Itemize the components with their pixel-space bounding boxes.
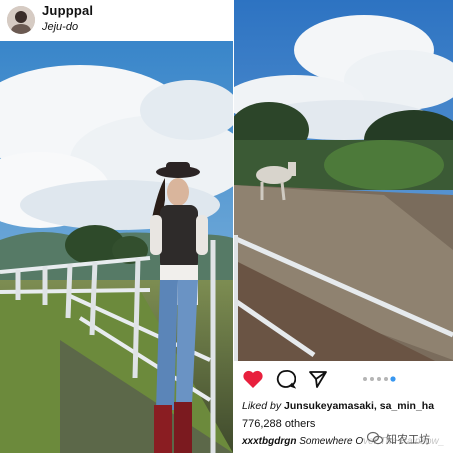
carousel-dot: [384, 377, 388, 381]
left-photo-panel: Jupppal Jeju-do: [0, 0, 233, 453]
post-location[interactable]: Jeju-do: [42, 21, 78, 33]
likes-users[interactable]: Junsukeyamasaki, sa_min_ha: [284, 400, 434, 412]
share-icon[interactable]: [308, 369, 328, 389]
carousel-dot: [390, 376, 396, 382]
caption-user[interactable]: xxxtbgdrgn: [242, 436, 296, 447]
likes-line: Liked by Junsukeyamasaki, sa_min_ha: [242, 400, 434, 412]
wechat-icon: [367, 431, 383, 445]
heart-filled-icon[interactable]: [242, 369, 264, 389]
post-action-bar: Liked by Junsukeyamasaki, sa_min_ha 776,…: [234, 361, 453, 453]
avatar[interactable]: [7, 6, 35, 34]
watermark-text: 知农工坊: [386, 434, 430, 446]
carousel-indicator: [363, 376, 396, 382]
likes-count[interactable]: 776,288 others: [242, 418, 315, 430]
likes-prefix: Liked by: [242, 400, 282, 412]
carousel-dot: [370, 377, 374, 381]
carousel-dot: [363, 377, 367, 381]
post-header: Jupppal Jeju-do: [0, 0, 233, 41]
carousel-dot: [377, 377, 381, 381]
avatar-icon: [7, 6, 35, 34]
right-photo-panel: Liked by Junsukeyamasaki, sa_min_ha 776,…: [234, 0, 453, 453]
watermark: 知农工坊: [364, 428, 453, 448]
comment-icon[interactable]: [276, 369, 296, 389]
post-username[interactable]: Jupppal: [42, 3, 93, 18]
left-photo: [0, 0, 233, 453]
